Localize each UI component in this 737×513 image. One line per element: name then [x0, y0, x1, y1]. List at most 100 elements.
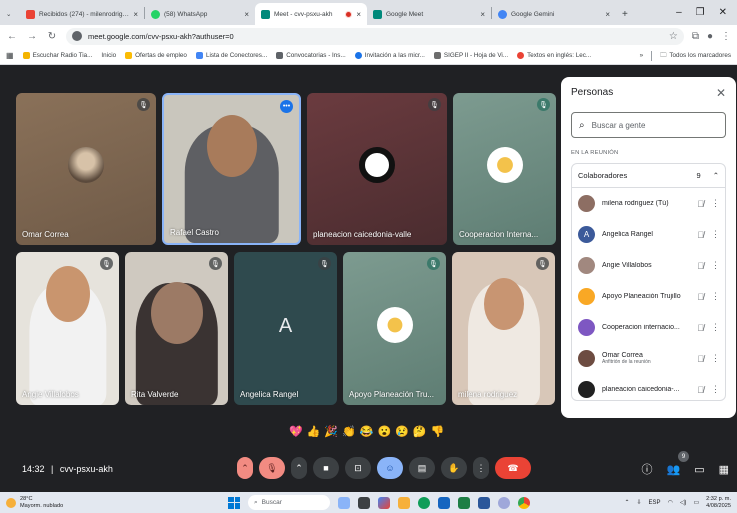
- more-vert-icon[interactable]: ⋮: [711, 353, 720, 364]
- weather-widget[interactable]: 28°C Mayorm. nublado: [6, 496, 63, 509]
- group-header[interactable]: Colaboradores 9 ⌃: [572, 164, 725, 188]
- all-bookmarks-button[interactable]: 🗀 Todos los marcadores: [660, 50, 731, 61]
- excel-icon[interactable]: [458, 496, 470, 509]
- participant-tile[interactable]: 🎙 Cooperacion Interna...: [453, 93, 556, 245]
- windows-start-icon[interactable]: [228, 496, 240, 509]
- captions-button[interactable]: ▤: [409, 457, 435, 479]
- tab-google-meet[interactable]: Google Meet ×: [367, 3, 491, 25]
- bookmark-item[interactable]: SIGEP II - Hoja de Vi...: [433, 52, 508, 59]
- reaction-thumbs-down[interactable]: 👎: [431, 425, 445, 438]
- bookmark-item[interactable]: Lista de Conectores...: [195, 52, 267, 59]
- reaction-clap[interactable]: 👏: [342, 425, 356, 438]
- participant-row[interactable]: Cooperacion internacio... 🎙̸ ⋮: [572, 312, 725, 343]
- minimize-icon[interactable]: –: [676, 7, 682, 18]
- close-icon[interactable]: ×: [356, 10, 361, 19]
- taskbar-search[interactable]: ⌕ Buscar: [248, 495, 330, 510]
- bookmark-item[interactable]: Convocatorias - Ins...: [276, 52, 346, 59]
- activities-icon[interactable]: ▦: [719, 463, 729, 476]
- more-vert-icon[interactable]: ⋮: [711, 198, 720, 209]
- chat-icon[interactable]: ▭: [694, 463, 704, 476]
- participant-tile[interactable]: 🎙 Apoyo Planeación Tru...: [343, 252, 446, 405]
- reaction-laugh[interactable]: 😂: [360, 425, 374, 438]
- reaction-sad[interactable]: 😢: [395, 425, 409, 438]
- more-options-button[interactable]: ⋮: [473, 457, 489, 479]
- copilot-icon[interactable]: [378, 496, 390, 509]
- participant-row[interactable]: Apoyo Planeación Trujillo 🎙̸ ⋮: [572, 281, 725, 312]
- raise-hand-button[interactable]: ✋: [441, 457, 467, 479]
- more-vert-icon[interactable]: ⋮: [711, 322, 720, 333]
- store-icon[interactable]: [438, 496, 450, 509]
- language-indicator[interactable]: ESP: [649, 500, 661, 506]
- close-icon[interactable]: ✕: [716, 86, 726, 100]
- more-vert-icon[interactable]: ⋮: [711, 229, 720, 240]
- apps-icon[interactable]: ▦: [6, 51, 14, 60]
- url-field[interactable]: meet.google.com/cvv-psxu-akh?authuser=0 …: [66, 27, 684, 45]
- participant-row[interactable]: Angie Villalobos 🎙̸ ⋮: [572, 250, 725, 281]
- profile-icon[interactable]: ●: [707, 31, 713, 42]
- camera-toggle-button[interactable]: ■: [313, 457, 339, 479]
- tab-gmail[interactable]: Recibidos (274) - milenrodriguez ×: [20, 3, 144, 25]
- bookmark-item[interactable]: Invitación a las micr...: [354, 52, 425, 59]
- chevron-up-icon[interactable]: ⌃: [624, 499, 629, 506]
- reaction-thumbs-up[interactable]: 👍: [307, 425, 321, 438]
- more-vert-icon[interactable]: ⋮: [711, 384, 720, 395]
- audio-options-button[interactable]: ⌃: [237, 457, 253, 479]
- tab-gemini[interactable]: Google Gemini ×: [492, 3, 616, 25]
- participant-row[interactable]: planeacion caicedonia-... 🎙̸ ⋮: [572, 374, 725, 405]
- new-tab-button[interactable]: +: [616, 3, 634, 25]
- reload-icon[interactable]: ↻: [46, 31, 58, 42]
- more-vert-icon[interactable]: ⋮: [711, 260, 720, 271]
- restore-icon[interactable]: ❐: [696, 7, 705, 18]
- participant-tile[interactable]: ••• Rafael Castro: [162, 93, 301, 245]
- participant-tile[interactable]: 🎙 milena rodriguez: [452, 252, 555, 405]
- participant-tile[interactable]: 🎙 Omar Correa: [16, 93, 156, 245]
- bookmarks-overflow-button[interactable]: »: [640, 52, 644, 59]
- people-search-input[interactable]: ⌕ Buscar a gente: [571, 112, 726, 138]
- close-icon[interactable]: ×: [244, 10, 249, 19]
- close-icon[interactable]: ×: [605, 10, 610, 19]
- word-icon[interactable]: [478, 496, 490, 509]
- video-options-button[interactable]: ⌃: [291, 457, 307, 479]
- extensions-icon[interactable]: ⧉: [692, 31, 699, 42]
- close-icon[interactable]: ×: [480, 10, 485, 19]
- file-explorer-icon[interactable]: [398, 496, 410, 509]
- clock[interactable]: 2:32 p. m. 4/08/2025: [706, 496, 731, 510]
- widgets-icon[interactable]: [338, 496, 350, 509]
- bookmark-item[interactable]: Inicio: [101, 52, 116, 59]
- forward-icon[interactable]: →: [26, 31, 38, 42]
- volume-icon[interactable]: ◁): [680, 499, 687, 506]
- task-view-icon[interactable]: [358, 496, 370, 509]
- reactions-button[interactable]: ☺: [377, 457, 403, 479]
- participant-row[interactable]: milena rodriguez (Tú) 🎙̸ ⋮: [572, 188, 725, 219]
- close-window-icon[interactable]: ✕: [719, 7, 727, 18]
- bookmark-item[interactable]: Escuchar Radio Tia...: [22, 52, 92, 59]
- people-icon[interactable]: 👥: [666, 463, 680, 476]
- info-icon[interactable]: ⓘ: [641, 461, 652, 477]
- participant-tile[interactable]: A 🎙 Angelica Rangel: [234, 252, 337, 405]
- tab-whatsapp[interactable]: (58) WhatsApp ×: [145, 3, 255, 25]
- edge-icon[interactable]: [418, 496, 430, 509]
- wifi-icon[interactable]: ◠: [668, 499, 673, 506]
- reaction-heart[interactable]: 💖: [289, 425, 303, 438]
- participant-tile[interactable]: 🎙 Rita Valverde: [125, 252, 228, 405]
- bookmark-star-icon[interactable]: ☆: [669, 31, 678, 42]
- back-icon[interactable]: ←: [6, 31, 18, 42]
- close-icon[interactable]: ×: [133, 10, 138, 19]
- participant-tile[interactable]: 🎙 planeacion caicedonia-valle: [307, 93, 447, 245]
- participant-row[interactable]: Omar Correa Anfitrión de la reunión 🎙̸ ⋮: [572, 343, 725, 374]
- site-info-icon[interactable]: [72, 31, 82, 41]
- mic-toggle-button[interactable]: 🎙: [259, 457, 285, 479]
- participant-tile[interactable]: 🎙 Angie Villalobos: [16, 252, 119, 405]
- bookmark-item[interactable]: Ofertas de empleo: [125, 52, 187, 59]
- battery-icon[interactable]: ▭: [693, 499, 699, 506]
- reaction-thinking[interactable]: 🤔: [413, 425, 427, 438]
- usb-icon[interactable]: ⇩: [637, 499, 642, 506]
- leave-call-button[interactable]: ☎: [495, 457, 531, 479]
- reaction-party[interactable]: 🎉: [324, 425, 338, 438]
- more-vert-icon[interactable]: ⋮: [711, 291, 720, 302]
- menu-icon[interactable]: ⋮: [721, 31, 731, 42]
- present-button[interactable]: ⊡: [345, 457, 371, 479]
- participant-row[interactable]: A Angelica Rangel 🎙̸ ⋮: [572, 219, 725, 250]
- bookmark-item[interactable]: Textos en inglés: Lec...: [517, 52, 591, 59]
- app-icon[interactable]: [498, 496, 510, 509]
